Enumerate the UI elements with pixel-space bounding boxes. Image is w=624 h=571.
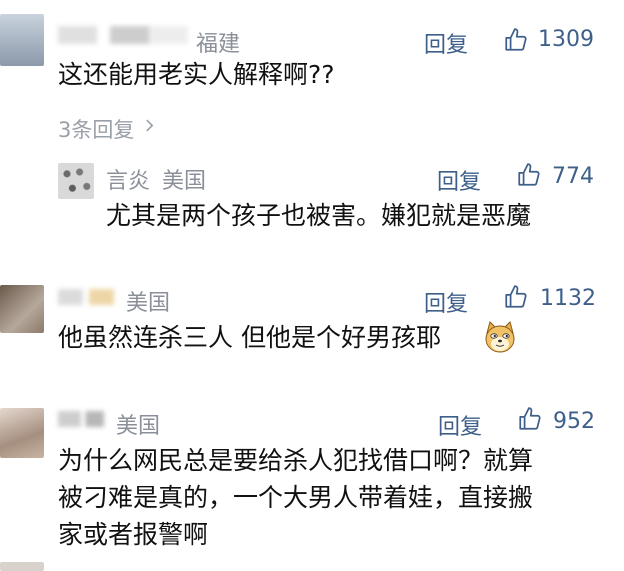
avatar[interactable] xyxy=(58,163,94,199)
thumbs-up-icon[interactable] xyxy=(517,406,543,432)
like-count: 774 xyxy=(552,164,594,189)
user-region: 美国 xyxy=(162,169,207,194)
reply-button[interactable]: 回复 xyxy=(438,409,482,441)
chevron-right-icon xyxy=(146,119,154,132)
avatar[interactable] xyxy=(0,562,44,571)
username-redacted[interactable] xyxy=(58,289,114,305)
user-region: 美国 xyxy=(116,414,161,439)
like-count: 1132 xyxy=(540,286,596,311)
avatar[interactable] xyxy=(0,14,44,66)
comment-text: 尤其是两个孩子也被害。嫌犯就是恶魔 xyxy=(106,201,532,230)
thumbs-up-icon[interactable] xyxy=(503,284,529,310)
doge-emoji xyxy=(485,321,515,353)
more-replies-label: 3条回复 xyxy=(58,118,135,142)
reply-button[interactable]: 回复 xyxy=(424,27,468,59)
comment-text-line: 家或者报警啊 xyxy=(58,520,209,549)
user-region: 福建 xyxy=(196,32,241,57)
avatar[interactable] xyxy=(0,285,44,333)
comment-text: 这还能用老实人解释啊?? xyxy=(58,60,335,89)
reply-button[interactable]: 回复 xyxy=(437,164,481,196)
avatar[interactable] xyxy=(0,408,44,458)
comment-text-line: 被刁难是真的，一个大男人带着娃，直接搬 xyxy=(58,483,534,512)
comment-text: 他虽然连杀三人 但他是个好男孩耶 xyxy=(58,323,441,352)
reply-button[interactable]: 回复 xyxy=(424,286,468,318)
username-redacted[interactable] xyxy=(58,26,188,44)
comment-text-line: 为什么网民总是要给杀人犯找借口啊？就算 xyxy=(58,446,534,475)
thumbs-up-icon[interactable] xyxy=(516,162,542,188)
username-redacted[interactable] xyxy=(58,411,104,427)
username[interactable]: 言炎 xyxy=(106,163,150,195)
like-count: 952 xyxy=(553,409,595,434)
user-region: 美国 xyxy=(126,291,171,316)
thumbs-up-icon[interactable] xyxy=(503,27,529,53)
like-count: 1309 xyxy=(538,27,594,52)
